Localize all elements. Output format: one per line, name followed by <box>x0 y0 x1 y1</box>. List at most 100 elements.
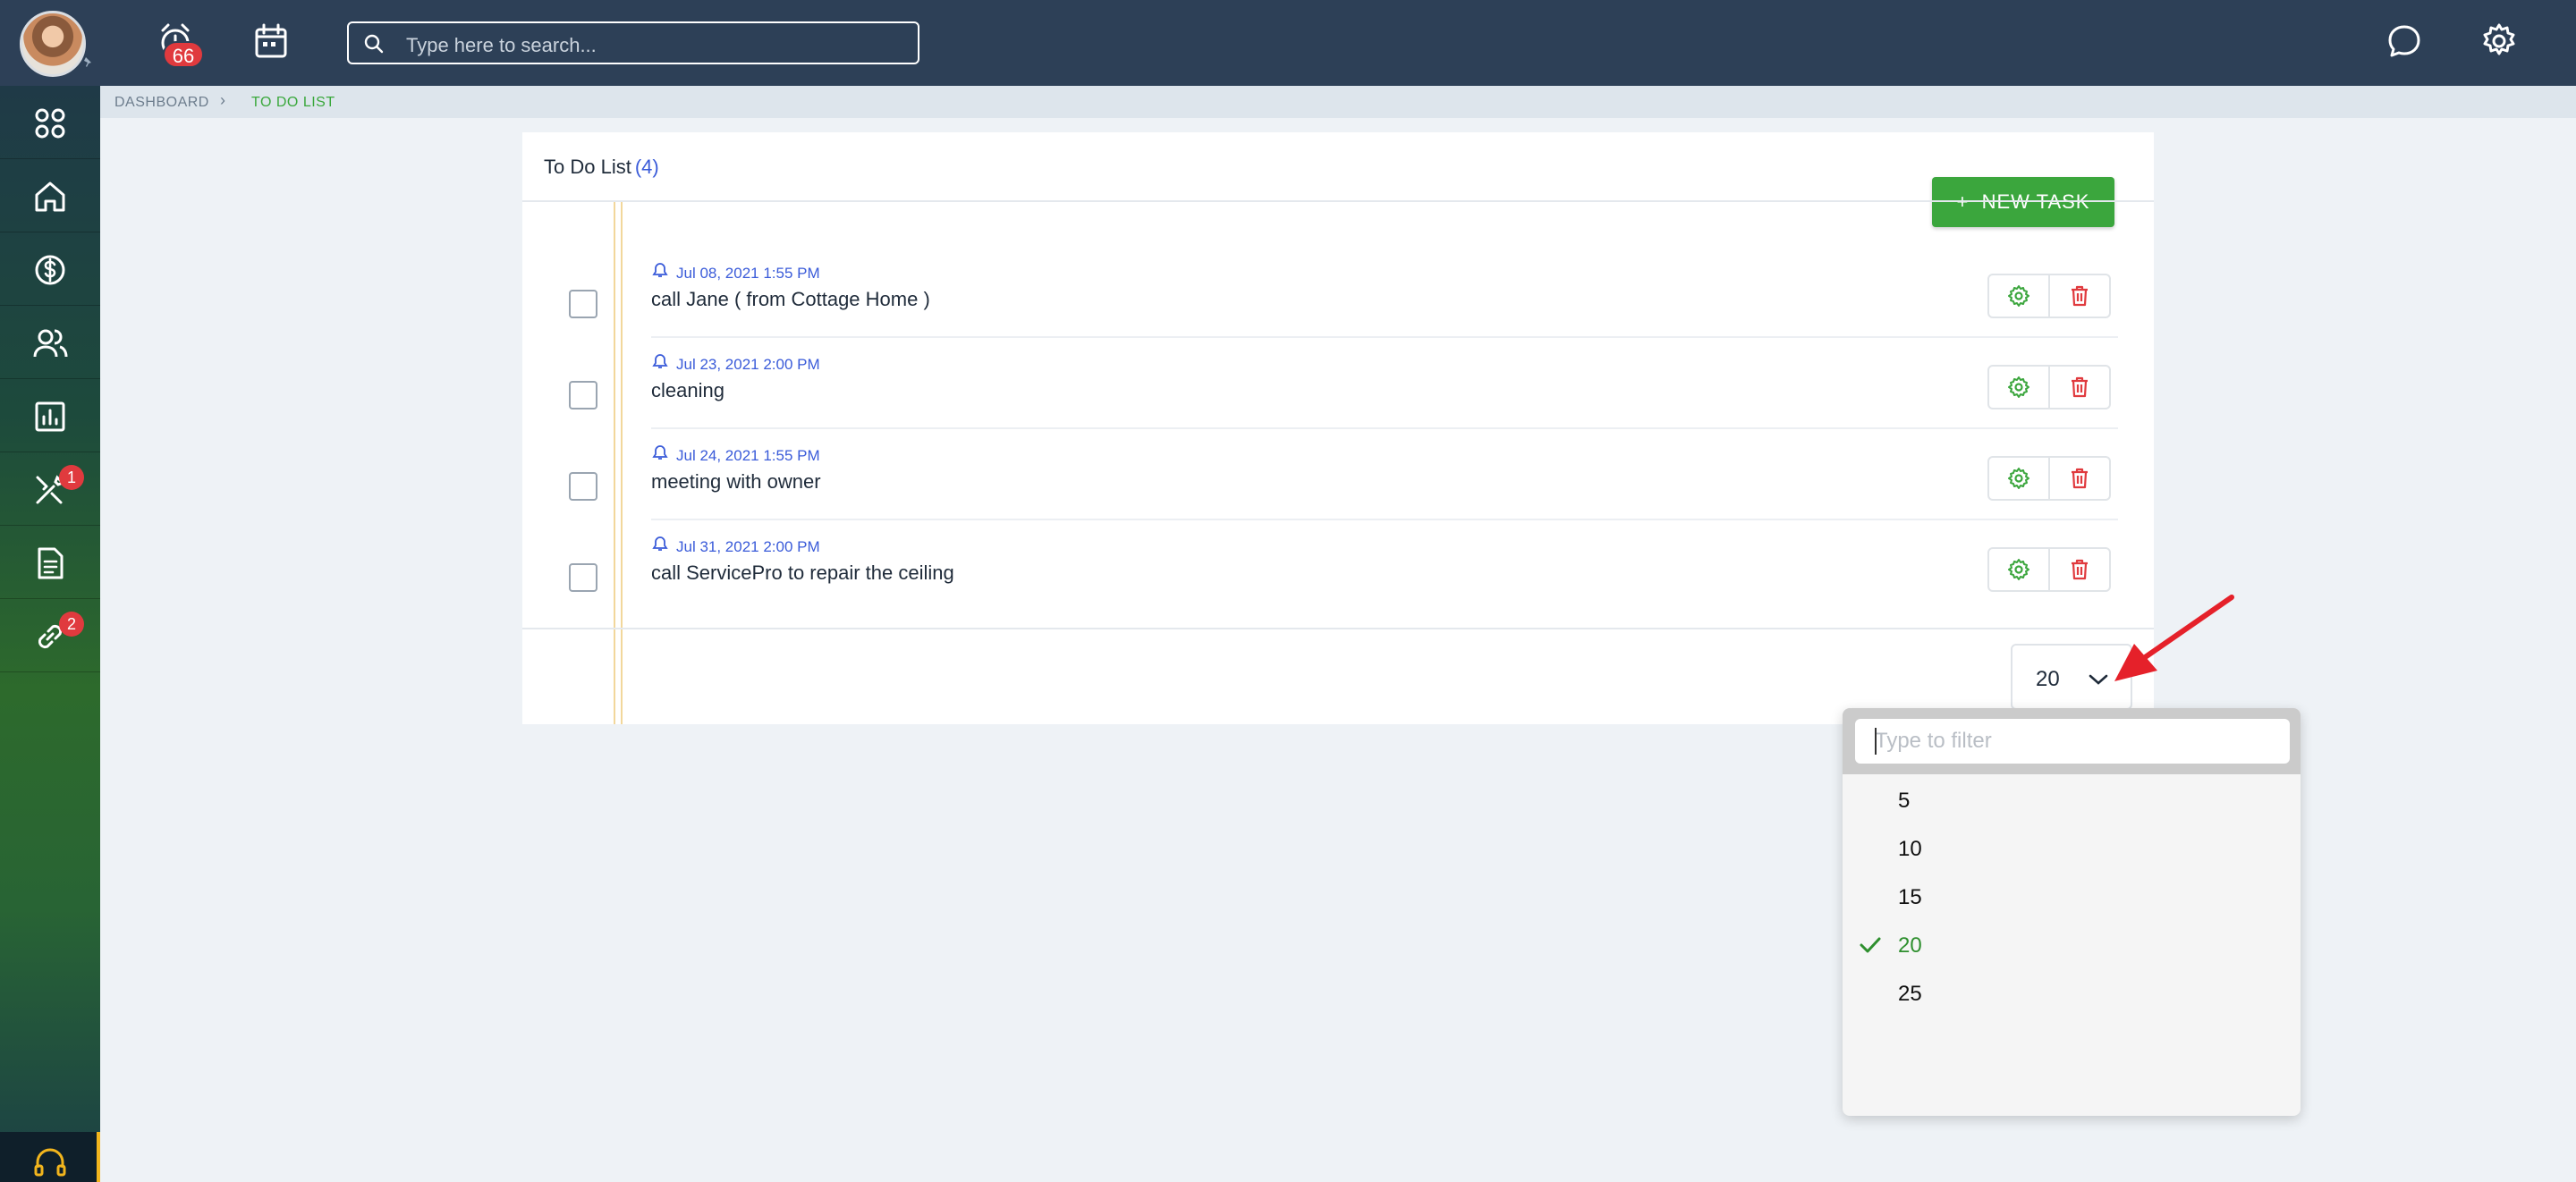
task-actions <box>1987 547 2111 592</box>
divider <box>651 519 2118 520</box>
task-actions <box>1987 365 2111 409</box>
bell-icon <box>652 445 668 460</box>
bell-icon <box>652 263 668 277</box>
gear-icon <box>2008 285 2029 307</box>
task-checkbox[interactable] <box>569 290 597 318</box>
delete-task-button[interactable] <box>2050 458 2109 499</box>
dropdown-option[interactable]: 5 <box>1843 776 2301 824</box>
task-row: Jul 23, 2021 2:00 PM cleaning <box>522 340 2154 431</box>
edit-task-button[interactable] <box>1989 458 2048 499</box>
divider <box>651 427 2118 429</box>
dropdown-header <box>1843 708 2301 774</box>
text-caret <box>1875 728 1877 755</box>
divider <box>651 336 2118 338</box>
todo-card: To Do List (4) + NEW TASK Jul 08, 2021 1:… <box>522 132 2154 724</box>
page-title: To Do List (4) <box>544 156 659 179</box>
filter-input[interactable] <box>1855 719 2290 764</box>
task-date: Jul 23, 2021 2:00 PM <box>676 356 820 373</box>
gear-icon <box>2008 559 2029 580</box>
users-icon <box>33 329 68 358</box>
breadcrumb-current: TO DO LIST <box>251 95 335 110</box>
document-icon <box>38 547 64 579</box>
bell-icon <box>652 354 668 368</box>
delete-task-button[interactable] <box>2050 549 2109 590</box>
task-checkbox[interactable] <box>569 381 597 409</box>
sidebar-item-users[interactable] <box>0 306 100 379</box>
calendar-icon[interactable] <box>249 20 293 64</box>
home-icon <box>35 182 65 212</box>
task-actions <box>1987 274 2111 318</box>
task-date: Jul 08, 2021 1:55 PM <box>676 265 820 282</box>
option-label: 5 <box>1898 789 1911 813</box>
sidebar-item-home[interactable] <box>0 159 100 232</box>
delete-task-button[interactable] <box>2050 367 2109 408</box>
page-size-dropdown: 5 10 15 20 25 <box>1843 708 2301 1116</box>
notifications-badge: 66 <box>163 41 204 68</box>
apps-grid-icon <box>35 108 65 139</box>
edit-task-button[interactable] <box>1989 275 2048 317</box>
sidebar-item-reports[interactable] <box>0 379 100 452</box>
sidebar-badge: 2 <box>59 612 84 637</box>
sidebar-item-tools[interactable]: 1 <box>0 452 100 526</box>
gear-icon[interactable] <box>2478 20 2521 63</box>
dollar-icon <box>35 255 65 285</box>
support-button[interactable] <box>0 1132 100 1182</box>
dropdown-option[interactable]: 15 <box>1843 873 2301 921</box>
gear-icon <box>2008 468 2029 489</box>
trash-icon <box>2072 559 2088 580</box>
chat-icon[interactable] <box>2383 20 2426 63</box>
annotation-arrow-icon <box>2114 595 2234 681</box>
task-text: cleaning <box>651 379 724 401</box>
task-actions <box>1987 456 2111 501</box>
bell-icon <box>652 536 668 551</box>
pin-icon <box>84 57 91 67</box>
breadcrumb <box>100 86 2576 118</box>
divider <box>522 628 2154 629</box>
sidebar-badge: 1 <box>59 465 84 490</box>
sidebar: 1 2 <box>0 86 100 1182</box>
top-bar: 66 Type here to search... <box>0 0 2576 86</box>
task-date: Jul 31, 2021 2:00 PM <box>676 538 820 555</box>
task-row: Jul 08, 2021 1:55 PM call Jane ( from Co… <box>522 249 2154 340</box>
edit-task-button[interactable] <box>1989 549 2048 590</box>
trash-icon <box>2072 376 2088 398</box>
dropdown-option[interactable]: 10 <box>1843 824 2301 873</box>
delete-task-button[interactable] <box>2050 275 2109 317</box>
search-icon <box>364 34 384 54</box>
breadcrumb-separator-icon: › <box>220 91 225 109</box>
page-size-value: 20 <box>2036 667 2060 691</box>
edit-task-button[interactable] <box>1989 367 2048 408</box>
sidebar-item-apps[interactable] <box>0 86 100 159</box>
trash-icon <box>2072 468 2088 489</box>
task-row: Jul 31, 2021 2:00 PM call ServicePro to … <box>522 522 2154 613</box>
gear-icon <box>2008 376 2029 398</box>
todo-title: To Do List <box>544 156 631 178</box>
chart-icon <box>35 401 65 432</box>
sidebar-item-links[interactable]: 2 <box>0 599 100 672</box>
search-input[interactable]: Type here to search... <box>406 34 597 57</box>
dropdown-option-selected[interactable]: 20 <box>1843 921 2301 969</box>
new-task-button[interactable]: + NEW TASK <box>1932 177 2114 227</box>
option-label: 15 <box>1898 885 1922 909</box>
task-text: call ServicePro to repair the ceiling <box>651 561 954 584</box>
option-label: 20 <box>1898 933 1922 958</box>
task-checkbox[interactable] <box>569 472 597 501</box>
task-date: Jul 24, 2021 1:55 PM <box>676 447 820 464</box>
task-text: meeting with owner <box>651 470 821 493</box>
sidebar-item-documents[interactable] <box>0 526 100 599</box>
option-label: 10 <box>1898 837 1922 861</box>
breadcrumb-dashboard[interactable]: DASHBOARD <box>114 95 209 111</box>
task-text: call Jane ( from Cottage Home ) <box>651 288 930 310</box>
headset-icon <box>34 1148 66 1177</box>
sidebar-item-finance[interactable] <box>0 232 100 306</box>
search-box[interactable]: Type here to search... <box>347 21 919 64</box>
dropdown-option[interactable]: 25 <box>1843 969 2301 1017</box>
task-checkbox[interactable] <box>569 563 597 592</box>
trash-icon <box>2072 285 2088 307</box>
avatar[interactable] <box>20 11 86 77</box>
divider <box>522 200 2154 202</box>
task-row: Jul 24, 2021 1:55 PM meeting with owner <box>522 431 2154 522</box>
checkmark-icon <box>1860 937 1881 953</box>
option-label: 25 <box>1898 982 1922 1006</box>
todo-count: (4) <box>634 156 659 178</box>
